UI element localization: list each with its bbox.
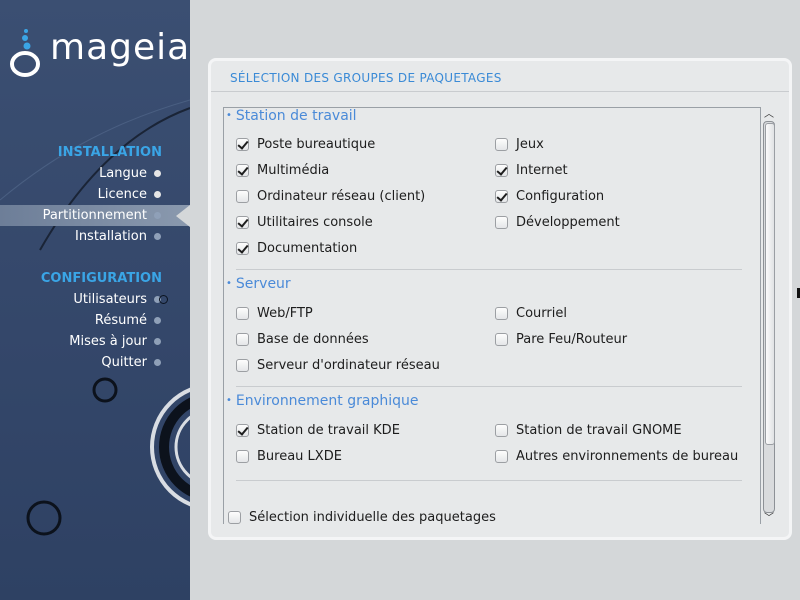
checkbox[interactable] <box>495 189 508 203</box>
group-title-workstation: • Station de travail <box>226 108 357 124</box>
title-divider <box>211 91 789 92</box>
active-pointer-icon <box>176 205 190 227</box>
sidebar-item-resume[interactable]: Résumé <box>0 310 190 331</box>
step-done-icon <box>154 170 161 177</box>
checkbox[interactable] <box>495 137 508 151</box>
checkbox[interactable] <box>236 449 249 463</box>
sidebar-item-quitter[interactable]: Quitter <box>0 352 190 373</box>
checkbox[interactable] <box>228 510 241 524</box>
group-divider <box>236 269 742 270</box>
bullet-icon: • <box>226 110 232 121</box>
sidebar-item-label: Utilisateurs <box>73 292 147 307</box>
checkbox[interactable] <box>236 358 249 372</box>
sidebar-item-label: Installation <box>74 229 147 244</box>
checkbox[interactable] <box>236 189 249 203</box>
page-title: SÉLECTION DES GROUPES DE PAQUETAGES <box>230 71 502 85</box>
bullet-icon: • <box>226 278 232 289</box>
step-done-icon <box>154 191 161 198</box>
group-title-server: • Serveur <box>226 276 291 292</box>
option-web-ftp[interactable]: Web/FTP <box>236 303 313 323</box>
sidebar-item-label: Langue <box>99 166 147 181</box>
checkbox[interactable] <box>236 332 249 346</box>
option-configuration[interactable]: Configuration <box>495 186 604 206</box>
checkbox[interactable] <box>495 306 508 320</box>
sidebar-item-mises-a-jour[interactable]: Mises à jour <box>0 331 190 352</box>
sidebar-item-langue[interactable]: Langue <box>0 163 190 184</box>
group-title-graphical-environment: • Environnement graphique <box>226 393 419 409</box>
option-kde[interactable]: Station de travail KDE <box>236 420 400 440</box>
sidebar-item-label: Mises à jour <box>69 334 147 349</box>
logo-bubbles-icon <box>10 29 40 77</box>
option-base-de-donnees[interactable]: Base de données <box>236 329 369 349</box>
section-installation: INSTALLATION <box>57 145 162 160</box>
option-pare-feu-routeur[interactable]: Pare Feu/Routeur <box>495 329 627 349</box>
sidebar-item-partitionnement[interactable]: Partitionnement <box>0 205 190 227</box>
logo-wordmark: mageia <box>50 27 190 68</box>
checkbox[interactable] <box>495 332 508 346</box>
mageia-logo: mageia <box>8 24 190 84</box>
groups-scroll-area[interactable]: • Station de travail Poste bureautique Je… <box>223 107 761 524</box>
option-ordinateur-reseau-client[interactable]: Ordinateur réseau (client) <box>236 186 425 206</box>
checkbox[interactable] <box>495 449 508 463</box>
vertical-scrollbar[interactable]: ︿ ﹀ <box>761 107 777 525</box>
step-current-icon <box>154 212 161 219</box>
sidebar-item-label: Quitter <box>101 355 147 370</box>
option-individual-selection[interactable]: Sélection individuelle des paquetages <box>228 507 496 524</box>
package-groups-panel: SÉLECTION DES GROUPES DE PAQUETAGES • Sta… <box>208 58 792 540</box>
checkbox[interactable] <box>236 137 249 151</box>
group-divider <box>236 480 742 481</box>
sidebar: mageia INSTALLATION Langue Licence Parti… <box>0 0 190 600</box>
scrollbar-track[interactable] <box>763 121 775 513</box>
option-developpement[interactable]: Développement <box>495 212 620 232</box>
step-pending-icon <box>154 359 161 366</box>
step-pending-icon <box>154 233 161 240</box>
checkbox[interactable] <box>236 241 249 255</box>
scroll-up-icon[interactable]: ︿ <box>763 105 775 120</box>
group-divider <box>236 386 742 387</box>
checkbox[interactable] <box>495 423 508 437</box>
section-configuration: CONFIGURATION <box>40 271 162 286</box>
option-utilitaires-console[interactable]: Utilitaires console <box>236 212 373 232</box>
option-documentation[interactable]: Documentation <box>236 238 357 258</box>
checkbox[interactable] <box>236 163 249 177</box>
sidebar-item-label: Partitionnement <box>42 208 147 223</box>
sidebar-item-licence[interactable]: Licence <box>0 184 190 205</box>
step-ring-icon <box>159 295 168 304</box>
checkbox[interactable] <box>236 215 249 229</box>
option-multimedia[interactable]: Multimédia <box>236 160 329 180</box>
option-gnome[interactable]: Station de travail GNOME <box>495 420 682 440</box>
step-pending-icon <box>154 317 161 324</box>
checkbox[interactable] <box>236 423 249 437</box>
option-autres-environnements[interactable]: Autres environnements de bureau <box>495 446 738 466</box>
scroll-down-icon[interactable]: ﹀ <box>763 509 775 524</box>
option-courriel[interactable]: Courriel <box>495 303 567 323</box>
scrollbar-thumb[interactable] <box>765 123 775 445</box>
sidebar-item-label: Licence <box>97 187 147 202</box>
sidebar-item-utilisateurs[interactable]: Utilisateurs <box>0 289 190 310</box>
checkbox[interactable] <box>495 215 508 229</box>
checkbox[interactable] <box>236 306 249 320</box>
step-pending-icon <box>154 338 161 345</box>
bullet-icon: • <box>226 395 232 406</box>
option-jeux[interactable]: Jeux <box>495 134 544 154</box>
option-serveur-ordinateur-reseau[interactable]: Serveur d'ordinateur réseau <box>236 355 440 375</box>
checkbox[interactable] <box>495 163 508 177</box>
option-internet[interactable]: Internet <box>495 160 568 180</box>
option-lxde[interactable]: Bureau LXDE <box>236 446 342 466</box>
sidebar-item-installation[interactable]: Installation <box>0 226 190 247</box>
option-poste-bureautique[interactable]: Poste bureautique <box>236 134 375 154</box>
sidebar-item-label: Résumé <box>94 313 147 328</box>
